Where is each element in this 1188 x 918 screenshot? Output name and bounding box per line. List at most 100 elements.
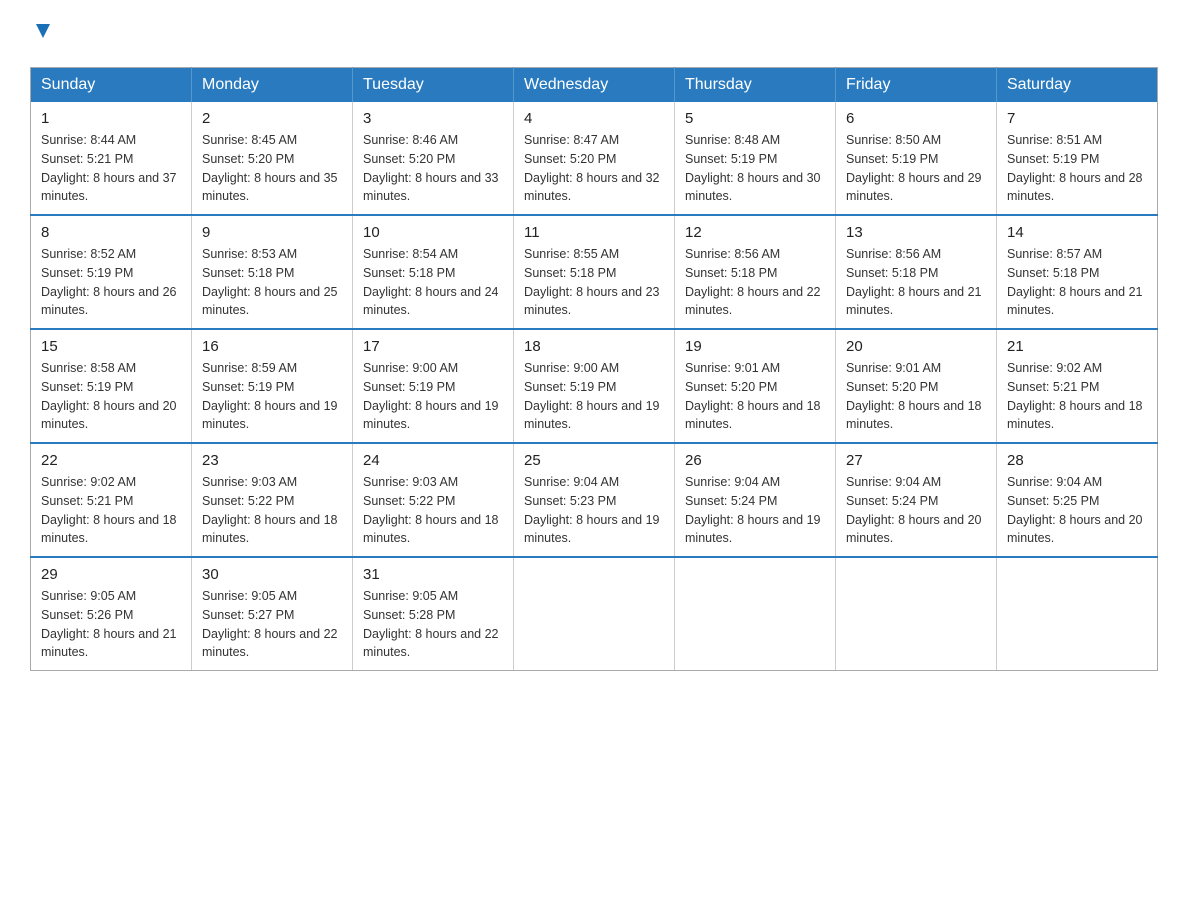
- day-info: Sunrise: 8:51 AM Sunset: 5:19 PM Dayligh…: [1007, 131, 1147, 206]
- calendar-cell: 7 Sunrise: 8:51 AM Sunset: 5:19 PM Dayli…: [997, 102, 1158, 215]
- day-info: Sunrise: 9:03 AM Sunset: 5:22 PM Dayligh…: [202, 473, 342, 548]
- day-number: 15: [41, 338, 181, 355]
- day-number: 14: [1007, 224, 1147, 241]
- calendar-cell: 12 Sunrise: 8:56 AM Sunset: 5:18 PM Dayl…: [675, 215, 836, 329]
- day-number: 27: [846, 452, 986, 469]
- day-header-thursday: Thursday: [675, 68, 836, 103]
- day-number: 29: [41, 566, 181, 583]
- calendar-week-row: 8 Sunrise: 8:52 AM Sunset: 5:19 PM Dayli…: [31, 215, 1158, 329]
- calendar-cell: 16 Sunrise: 8:59 AM Sunset: 5:19 PM Dayl…: [192, 329, 353, 443]
- calendar-cell: 8 Sunrise: 8:52 AM Sunset: 5:19 PM Dayli…: [31, 215, 192, 329]
- day-number: 9: [202, 224, 342, 241]
- day-number: 19: [685, 338, 825, 355]
- day-number: 22: [41, 452, 181, 469]
- day-info: Sunrise: 9:04 AM Sunset: 5:23 PM Dayligh…: [524, 473, 664, 548]
- calendar-cell: 14 Sunrise: 8:57 AM Sunset: 5:18 PM Dayl…: [997, 215, 1158, 329]
- calendar-header-row: SundayMondayTuesdayWednesdayThursdayFrid…: [31, 68, 1158, 103]
- day-header-monday: Monday: [192, 68, 353, 103]
- day-number: 16: [202, 338, 342, 355]
- calendar-cell: 15 Sunrise: 8:58 AM Sunset: 5:19 PM Dayl…: [31, 329, 192, 443]
- calendar-table: SundayMondayTuesdayWednesdayThursdayFrid…: [30, 67, 1158, 671]
- calendar-cell: [675, 557, 836, 671]
- calendar-cell: 4 Sunrise: 8:47 AM Sunset: 5:20 PM Dayli…: [514, 102, 675, 215]
- day-number: 20: [846, 338, 986, 355]
- calendar-cell: [514, 557, 675, 671]
- calendar-cell: 2 Sunrise: 8:45 AM Sunset: 5:20 PM Dayli…: [192, 102, 353, 215]
- day-number: 23: [202, 452, 342, 469]
- day-info: Sunrise: 9:05 AM Sunset: 5:28 PM Dayligh…: [363, 587, 503, 662]
- day-number: 11: [524, 224, 664, 241]
- day-number: 18: [524, 338, 664, 355]
- day-info: Sunrise: 8:56 AM Sunset: 5:18 PM Dayligh…: [685, 245, 825, 320]
- day-info: Sunrise: 8:46 AM Sunset: 5:20 PM Dayligh…: [363, 131, 503, 206]
- calendar-cell: 1 Sunrise: 8:44 AM Sunset: 5:21 PM Dayli…: [31, 102, 192, 215]
- calendar-cell: 25 Sunrise: 9:04 AM Sunset: 5:23 PM Dayl…: [514, 443, 675, 557]
- logo-arrow-icon: [32, 20, 54, 47]
- calendar-cell: 26 Sunrise: 9:04 AM Sunset: 5:24 PM Dayl…: [675, 443, 836, 557]
- calendar-cell: 23 Sunrise: 9:03 AM Sunset: 5:22 PM Dayl…: [192, 443, 353, 557]
- day-number: 28: [1007, 452, 1147, 469]
- day-info: Sunrise: 8:45 AM Sunset: 5:20 PM Dayligh…: [202, 131, 342, 206]
- day-number: 1: [41, 110, 181, 127]
- day-number: 3: [363, 110, 503, 127]
- day-info: Sunrise: 9:01 AM Sunset: 5:20 PM Dayligh…: [685, 359, 825, 434]
- calendar-cell: 17 Sunrise: 9:00 AM Sunset: 5:19 PM Dayl…: [353, 329, 514, 443]
- day-info: Sunrise: 9:03 AM Sunset: 5:22 PM Dayligh…: [363, 473, 503, 548]
- day-info: Sunrise: 9:04 AM Sunset: 5:24 PM Dayligh…: [685, 473, 825, 548]
- day-info: Sunrise: 8:55 AM Sunset: 5:18 PM Dayligh…: [524, 245, 664, 320]
- day-info: Sunrise: 9:02 AM Sunset: 5:21 PM Dayligh…: [1007, 359, 1147, 434]
- calendar-cell: 31 Sunrise: 9:05 AM Sunset: 5:28 PM Dayl…: [353, 557, 514, 671]
- calendar-cell: 18 Sunrise: 9:00 AM Sunset: 5:19 PM Dayl…: [514, 329, 675, 443]
- day-number: 31: [363, 566, 503, 583]
- calendar-cell: 3 Sunrise: 8:46 AM Sunset: 5:20 PM Dayli…: [353, 102, 514, 215]
- day-info: Sunrise: 8:58 AM Sunset: 5:19 PM Dayligh…: [41, 359, 181, 434]
- day-number: 8: [41, 224, 181, 241]
- calendar-week-row: 15 Sunrise: 8:58 AM Sunset: 5:19 PM Dayl…: [31, 329, 1158, 443]
- day-number: 2: [202, 110, 342, 127]
- day-info: Sunrise: 8:53 AM Sunset: 5:18 PM Dayligh…: [202, 245, 342, 320]
- calendar-cell: 13 Sunrise: 8:56 AM Sunset: 5:18 PM Dayl…: [836, 215, 997, 329]
- day-number: 13: [846, 224, 986, 241]
- day-info: Sunrise: 9:04 AM Sunset: 5:25 PM Dayligh…: [1007, 473, 1147, 548]
- day-info: Sunrise: 9:00 AM Sunset: 5:19 PM Dayligh…: [363, 359, 503, 434]
- day-number: 30: [202, 566, 342, 583]
- day-number: 21: [1007, 338, 1147, 355]
- day-info: Sunrise: 8:48 AM Sunset: 5:19 PM Dayligh…: [685, 131, 825, 206]
- day-info: Sunrise: 9:05 AM Sunset: 5:26 PM Dayligh…: [41, 587, 181, 662]
- calendar-cell: 6 Sunrise: 8:50 AM Sunset: 5:19 PM Dayli…: [836, 102, 997, 215]
- day-info: Sunrise: 9:02 AM Sunset: 5:21 PM Dayligh…: [41, 473, 181, 548]
- day-info: Sunrise: 8:56 AM Sunset: 5:18 PM Dayligh…: [846, 245, 986, 320]
- calendar-cell: 11 Sunrise: 8:55 AM Sunset: 5:18 PM Dayl…: [514, 215, 675, 329]
- calendar-cell: 21 Sunrise: 9:02 AM Sunset: 5:21 PM Dayl…: [997, 329, 1158, 443]
- day-info: Sunrise: 8:59 AM Sunset: 5:19 PM Dayligh…: [202, 359, 342, 434]
- calendar-cell: 19 Sunrise: 9:01 AM Sunset: 5:20 PM Dayl…: [675, 329, 836, 443]
- day-number: 4: [524, 110, 664, 127]
- day-number: 25: [524, 452, 664, 469]
- day-number: 12: [685, 224, 825, 241]
- day-info: Sunrise: 9:00 AM Sunset: 5:19 PM Dayligh…: [524, 359, 664, 434]
- day-number: 6: [846, 110, 986, 127]
- day-number: 26: [685, 452, 825, 469]
- calendar-cell: 5 Sunrise: 8:48 AM Sunset: 5:19 PM Dayli…: [675, 102, 836, 215]
- calendar-cell: 10 Sunrise: 8:54 AM Sunset: 5:18 PM Dayl…: [353, 215, 514, 329]
- day-header-sunday: Sunday: [31, 68, 192, 103]
- day-header-friday: Friday: [836, 68, 997, 103]
- day-number: 24: [363, 452, 503, 469]
- day-info: Sunrise: 9:04 AM Sunset: 5:24 PM Dayligh…: [846, 473, 986, 548]
- day-info: Sunrise: 8:57 AM Sunset: 5:18 PM Dayligh…: [1007, 245, 1147, 320]
- day-number: 10: [363, 224, 503, 241]
- day-number: 5: [685, 110, 825, 127]
- day-info: Sunrise: 8:44 AM Sunset: 5:21 PM Dayligh…: [41, 131, 181, 206]
- day-header-wednesday: Wednesday: [514, 68, 675, 103]
- day-number: 7: [1007, 110, 1147, 127]
- day-info: Sunrise: 8:52 AM Sunset: 5:19 PM Dayligh…: [41, 245, 181, 320]
- calendar-week-row: 22 Sunrise: 9:02 AM Sunset: 5:21 PM Dayl…: [31, 443, 1158, 557]
- calendar-cell: [997, 557, 1158, 671]
- calendar-cell: 9 Sunrise: 8:53 AM Sunset: 5:18 PM Dayli…: [192, 215, 353, 329]
- day-info: Sunrise: 8:54 AM Sunset: 5:18 PM Dayligh…: [363, 245, 503, 320]
- calendar-week-row: 1 Sunrise: 8:44 AM Sunset: 5:21 PM Dayli…: [31, 102, 1158, 215]
- calendar-week-row: 29 Sunrise: 9:05 AM Sunset: 5:26 PM Dayl…: [31, 557, 1158, 671]
- logo: [30, 20, 54, 47]
- day-number: 17: [363, 338, 503, 355]
- day-info: Sunrise: 9:01 AM Sunset: 5:20 PM Dayligh…: [846, 359, 986, 434]
